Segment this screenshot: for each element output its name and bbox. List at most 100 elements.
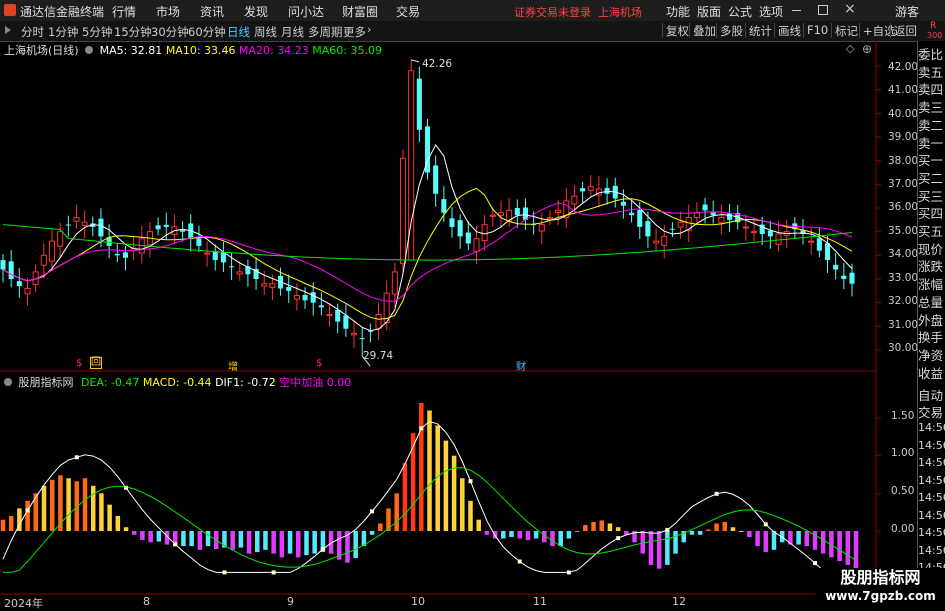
candle-body (808, 240, 815, 243)
indicator-settings-icon[interactable] (85, 46, 94, 54)
tool-duogu[interactable]: 多股 (716, 23, 746, 38)
sub-tick: 1.50 (891, 410, 915, 422)
candle-body (653, 240, 660, 244)
macd-bar (714, 523, 719, 531)
tool-fuquan[interactable]: 复权 (662, 23, 692, 38)
candle-body (751, 231, 758, 234)
macd-bar (615, 527, 621, 531)
candle-body (841, 275, 847, 279)
diamond-icon[interactable]: ◇ (846, 42, 854, 55)
period-multi[interactable]: 多周期 (308, 24, 343, 40)
menu-xuanxiang[interactable]: 选项 (759, 3, 783, 20)
event-marker[interactable]: 增 (228, 358, 238, 373)
login-notice[interactable]: 证券交易未登录 上海机场 (514, 4, 642, 20)
menu-shichang[interactable]: 市场 (156, 3, 180, 20)
event-marker[interactable]: $ (76, 358, 82, 369)
tool-huaxian[interactable]: 画线 (774, 23, 804, 38)
macd-bar (353, 531, 358, 559)
macd-bar (468, 500, 473, 531)
zoom-icon[interactable]: ⊕ (862, 42, 872, 56)
candle-body (8, 261, 14, 279)
period-60min[interactable]: 60分钟 (188, 24, 226, 40)
menu-hangqing[interactable]: 行情 (112, 3, 136, 20)
price-tick: 37.00 (888, 178, 919, 190)
candle-body (350, 332, 358, 336)
trade-button[interactable]: 交易 (918, 402, 945, 421)
close-icon[interactable]: × (844, 1, 856, 17)
period-15min[interactable]: 15分钟 (114, 24, 152, 40)
minimize-icon[interactable] (792, 10, 801, 11)
macd-bar (509, 531, 514, 538)
macd-bar (131, 531, 137, 535)
event-marker[interactable]: 财 (516, 358, 526, 373)
tool-tongji[interactable]: 统计 (745, 23, 775, 38)
candle-body (849, 272, 855, 284)
price-tick: 34.00 (888, 248, 919, 260)
macd-bar (66, 478, 71, 531)
candle-body (457, 220, 463, 237)
macd-bar (287, 531, 293, 554)
candle-body (833, 264, 839, 270)
candle-body (661, 235, 668, 246)
price-tick: 36.00 (888, 201, 919, 213)
menu-caifuquan[interactable]: 财富圈 (342, 3, 378, 20)
maximize-icon[interactable] (818, 5, 828, 15)
watermark-line2: www.7gpzb.com (825, 589, 936, 603)
menu-jiaoyi[interactable]: 交易 (396, 3, 420, 20)
candle-body (326, 314, 333, 316)
period-daily[interactable]: 日线 (227, 24, 250, 40)
sub-settings-icon[interactable] (4, 378, 12, 386)
period-5min[interactable]: 5分钟 (82, 24, 112, 40)
menu-banmian[interactable]: 版面 (697, 3, 721, 20)
corner-r: R (930, 21, 937, 31)
dif-marker (25, 508, 30, 513)
period-fenshi[interactable]: 分时 (21, 24, 44, 40)
event-marker[interactable]: $ (316, 358, 322, 369)
tool-f10[interactable]: F10 (803, 23, 831, 38)
expand-icon[interactable] (5, 26, 11, 34)
menu-gongshi[interactable]: 公式 (728, 3, 752, 20)
period-weekly[interactable]: 周线 (254, 24, 277, 40)
menu-wenxiaoda[interactable]: 问小达 (288, 3, 324, 20)
quote-item: 涨跌 (918, 259, 944, 275)
x-label: 11 (533, 595, 547, 608)
sub-legend: 股朋指标网 DEA: -0.47 MACD: -0.44 DIF1: -0.72… (4, 374, 351, 390)
tool-biaoji[interactable]: 标记 (831, 23, 861, 38)
ma20-line (2, 202, 853, 302)
macd-bar (58, 475, 63, 531)
candle-body (669, 228, 675, 230)
period-monthly[interactable]: 月线 (281, 24, 304, 40)
guest-label[interactable]: 游客 (895, 3, 919, 20)
macd-bar (296, 531, 301, 558)
candle-body (48, 240, 56, 262)
app-logo-icon (4, 4, 16, 16)
tool-diejia[interactable]: 叠加 (689, 23, 719, 38)
macd-bar (656, 531, 662, 569)
macd-bar (558, 531, 563, 547)
menu-zixun[interactable]: 资讯 (200, 3, 224, 20)
period-1min[interactable]: 1分钟 (48, 24, 78, 40)
tool-fanhui[interactable]: 返回 (890, 23, 920, 38)
menu-faxian[interactable]: 发现 (244, 3, 268, 20)
candle-body (546, 216, 553, 220)
event-marker[interactable]: 回 (90, 357, 102, 369)
kline-chart[interactable] (0, 41, 918, 609)
menu-gongneng[interactable]: 功能 (666, 3, 690, 20)
period-more[interactable]: 更多 (343, 24, 366, 40)
x-label: 10 (411, 595, 425, 608)
candle-body (580, 188, 586, 192)
macd-bar (796, 531, 801, 545)
period-30min[interactable]: 30分钟 (151, 24, 189, 40)
candle-body (816, 238, 822, 251)
tick-time: 14:56 (918, 473, 945, 487)
macd-bar (123, 527, 129, 531)
sub-tick: 1.00 (891, 447, 915, 459)
macd-bar (148, 531, 153, 543)
quote-item: 卖一 (918, 135, 944, 151)
macd-bar (263, 531, 268, 550)
more-chevron-icon[interactable]: › (367, 23, 371, 36)
candle-body (555, 209, 562, 214)
state-label: 空中加油 (279, 376, 324, 389)
price-tick: 30.00 (888, 342, 919, 354)
macd-bar (730, 527, 736, 531)
